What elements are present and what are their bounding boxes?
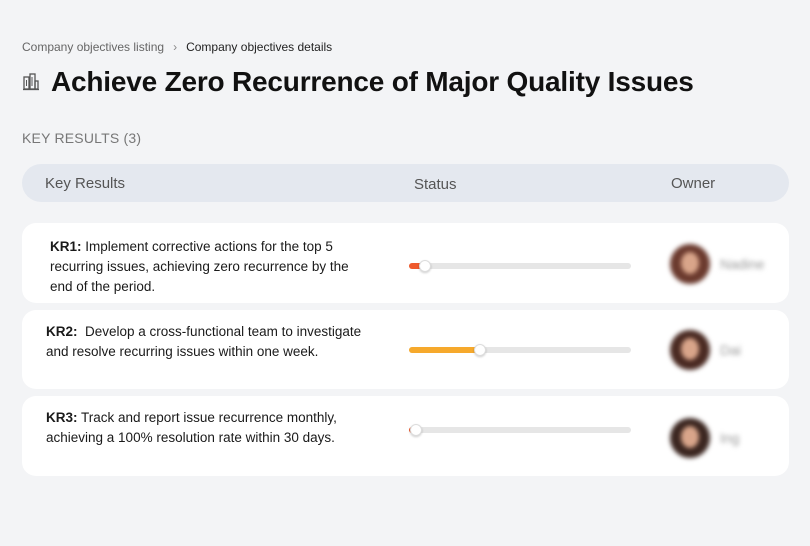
owner-name: Dai xyxy=(720,342,742,358)
key-result-description: Implement corrective actions for the top… xyxy=(50,239,349,294)
owner[interactable]: Dai xyxy=(670,330,741,370)
breadcrumb: Company objectives listing › Company obj… xyxy=(22,40,332,54)
key-result-code: KR2: xyxy=(46,324,78,339)
breadcrumb-current: Company objectives details xyxy=(186,40,333,54)
title-row: Achieve Zero Recurrence of Major Quality… xyxy=(22,66,694,98)
column-header-owner: Owner xyxy=(671,175,716,192)
breadcrumb-separator-icon: › xyxy=(173,40,178,54)
key-result-row[interactable]: KR1: Implement corrective actions for th… xyxy=(22,223,789,303)
key-result-row[interactable]: KR2: Develop a cross-functional team to … xyxy=(22,310,789,389)
owner[interactable]: Ing xyxy=(670,418,739,458)
owner-name: Ing xyxy=(720,430,740,446)
column-header-status: Status xyxy=(414,176,457,193)
key-result-row[interactable]: KR3: Track and report issue recurrence m… xyxy=(22,396,789,476)
column-header-key-results: Key Results xyxy=(45,175,126,192)
key-result-text: KR2: Develop a cross-functional team to … xyxy=(46,322,372,362)
avatar xyxy=(670,418,710,458)
avatar xyxy=(670,330,710,370)
progress-bar xyxy=(409,344,631,356)
owner[interactable]: Nadine xyxy=(670,244,764,284)
progress-knob[interactable] xyxy=(410,424,422,436)
key-result-description: Track and report issue recurrence monthl… xyxy=(46,410,337,445)
key-result-code: KR3: xyxy=(46,410,78,425)
key-result-text: KR1: Implement corrective actions for th… xyxy=(50,237,370,297)
progress-knob[interactable] xyxy=(474,344,486,356)
table-header: Key Results Status Owner xyxy=(22,164,789,202)
progress-bar xyxy=(409,260,631,272)
owner-name: Nadine xyxy=(720,256,765,272)
avatar xyxy=(670,244,710,284)
page-title: Achieve Zero Recurrence of Major Quality… xyxy=(51,66,694,97)
progress-fill xyxy=(409,347,480,353)
progress-knob[interactable] xyxy=(419,260,431,272)
key-result-text: KR3: Track and report issue recurrence m… xyxy=(46,408,372,448)
key-results-count-label: KEY RESULTS (3) xyxy=(22,130,142,146)
building-icon xyxy=(22,72,42,92)
key-result-code: KR1: xyxy=(50,239,82,254)
breadcrumb-link-listing[interactable]: Company objectives listing xyxy=(22,40,164,54)
progress-bar xyxy=(409,424,631,436)
key-result-description: Develop a cross-functional team to inves… xyxy=(46,324,365,359)
